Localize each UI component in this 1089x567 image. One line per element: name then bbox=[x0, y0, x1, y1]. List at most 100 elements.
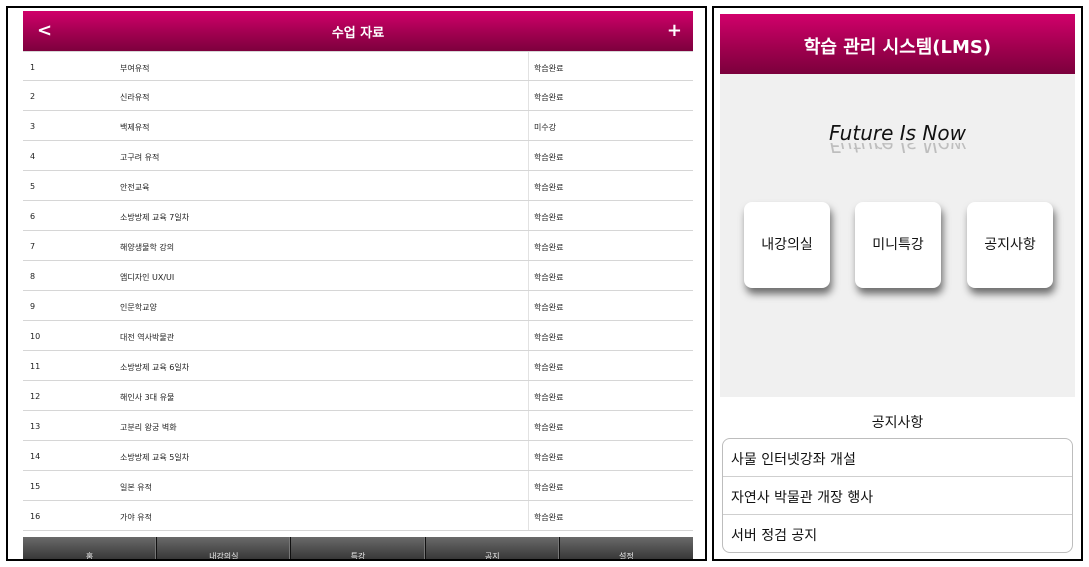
table-row[interactable]: 8 앱디자인 UX/UI 학습완료 bbox=[23, 261, 693, 291]
notice-section: 공지사항 사물 인터넷강좌 개설 자연사 박물관 개장 행사 서버 정검 공지 bbox=[720, 397, 1075, 553]
row-number: 3 bbox=[30, 122, 36, 131]
class-materials-view: < 수업 자료 + 1 부여유적 학습완료 2 신라유적 학습완료 3 백제유적 미수강 4 고구려… bbox=[23, 11, 693, 559]
row-title: 해양생물학 강의 bbox=[120, 243, 175, 252]
table-row[interactable]: 15 일본 유적 학습완료 bbox=[23, 471, 693, 501]
row-number: 4 bbox=[30, 152, 36, 161]
column-divider bbox=[528, 81, 529, 110]
row-number: 7 bbox=[30, 242, 36, 251]
row-title: 소방방제 교육 7일차 bbox=[120, 213, 190, 222]
column-divider bbox=[528, 471, 529, 500]
row-title: 신라유적 bbox=[120, 93, 150, 102]
notice-item[interactable]: 자연사 박물관 개장 행사 bbox=[723, 477, 1072, 515]
row-status: 학습완료 bbox=[534, 423, 564, 432]
column-divider bbox=[528, 261, 529, 290]
row-status: 학습완료 bbox=[534, 153, 564, 162]
tab-home[interactable]: 홈 bbox=[23, 537, 158, 559]
row-status: 학습완료 bbox=[534, 183, 564, 192]
row-status: 학습완료 bbox=[534, 243, 564, 252]
table-row[interactable]: 13 고분리 왕궁 벽화 학습완료 bbox=[23, 411, 693, 441]
row-status: 학습완료 bbox=[534, 273, 564, 282]
page-title: 수업 자료 bbox=[331, 26, 385, 41]
tab-settings[interactable]: 설정 bbox=[560, 537, 693, 559]
table-row[interactable]: 1 부여유적 학습완료 bbox=[23, 51, 693, 81]
column-divider bbox=[528, 501, 529, 530]
tab-bar: 홈 내강의실 특강 공지 설정 bbox=[23, 537, 693, 559]
row-title: 고분리 왕궁 벽화 bbox=[120, 423, 177, 432]
row-status: 학습완료 bbox=[534, 363, 564, 372]
row-status: 학습완료 bbox=[534, 333, 564, 342]
row-number: 12 bbox=[30, 392, 41, 401]
row-title: 가야 유적 bbox=[120, 513, 152, 522]
tab-special-lecture[interactable]: 특강 bbox=[291, 537, 426, 559]
table-row[interactable]: 7 해양생물학 강의 학습완료 bbox=[23, 231, 693, 261]
column-divider bbox=[528, 111, 529, 140]
table-row[interactable]: 16 가야 유적 학습완료 bbox=[23, 501, 693, 531]
app-title: 학습 관리 시스템(LMS) bbox=[720, 14, 1075, 74]
row-number: 5 bbox=[30, 182, 36, 191]
row-title: 안전교육 bbox=[120, 183, 150, 192]
notice-title: 공지사항 bbox=[871, 415, 924, 431]
column-divider bbox=[528, 441, 529, 470]
lms-home-view: 학습 관리 시스템(LMS) Future Is Now Future Is N… bbox=[720, 14, 1075, 553]
row-number: 14 bbox=[30, 452, 41, 461]
column-divider bbox=[528, 291, 529, 320]
tab-my-classroom[interactable]: 내강의실 bbox=[157, 537, 292, 559]
column-divider bbox=[528, 201, 529, 230]
column-divider bbox=[528, 231, 529, 260]
table-row[interactable]: 4 고구려 유적 학습완료 bbox=[23, 141, 693, 171]
row-status: 학습완료 bbox=[534, 483, 564, 492]
column-divider bbox=[528, 381, 529, 410]
row-title: 부여유적 bbox=[120, 64, 150, 73]
row-number: 11 bbox=[30, 362, 41, 371]
materials-table: 1 부여유적 학습완료 2 신라유적 학습완료 3 백제유적 미수강 4 고구려 유적 학습완료 5 안전… bbox=[23, 51, 693, 531]
class-materials-screen: < 수업 자료 + 1 부여유적 학습완료 2 신라유적 학습완료 3 백제유적 미수강 4 고구려… bbox=[6, 6, 707, 561]
lms-home-screen: 학습 관리 시스템(LMS) Future Is Now Future Is N… bbox=[712, 6, 1083, 561]
table-row[interactable]: 5 안전교육 학습완료 bbox=[23, 171, 693, 201]
row-title: 고구려 유적 bbox=[120, 153, 160, 162]
row-status: 학습완료 bbox=[534, 93, 564, 102]
row-title: 소방방제 교육 6일차 bbox=[120, 363, 190, 372]
row-number: 6 bbox=[30, 212, 36, 221]
row-number: 15 bbox=[30, 482, 41, 491]
table-row[interactable]: 10 대전 역사박물관 학습완료 bbox=[23, 321, 693, 351]
notice-tile[interactable]: 공지사항 bbox=[967, 202, 1053, 288]
table-row[interactable]: 6 소방방제 교육 7일차 학습완료 bbox=[23, 201, 693, 231]
row-number: 8 bbox=[30, 272, 36, 281]
table-row[interactable]: 14 소방방제 교육 5일차 학습완료 bbox=[23, 441, 693, 471]
tab-notice[interactable]: 공지 bbox=[426, 537, 560, 559]
row-title: 일본 유적 bbox=[120, 483, 152, 492]
table-row[interactable]: 12 해인사 3대 유물 학습완료 bbox=[23, 381, 693, 411]
table-row[interactable]: 9 인문학교양 학습완료 bbox=[23, 291, 693, 321]
notice-item[interactable]: 서버 정검 공지 bbox=[723, 515, 1072, 552]
table-row[interactable]: 2 신라유적 학습완료 bbox=[23, 81, 693, 111]
row-number: 10 bbox=[30, 332, 41, 341]
mini-lecture-tile[interactable]: 미니특강 bbox=[855, 202, 941, 288]
notice-list: 사물 인터넷강좌 개설 자연사 박물관 개장 행사 서버 정검 공지 bbox=[722, 438, 1073, 553]
column-divider bbox=[528, 411, 529, 440]
row-status: 미수강 bbox=[534, 123, 557, 132]
row-title: 해인사 3대 유물 bbox=[120, 393, 175, 402]
table-row[interactable]: 3 백제유적 미수강 bbox=[23, 111, 693, 141]
row-status: 학습완료 bbox=[534, 303, 564, 312]
row-title: 앱디자인 UX/UI bbox=[120, 273, 175, 282]
row-status: 학습완료 bbox=[534, 213, 564, 222]
notice-item[interactable]: 사물 인터넷강좌 개설 bbox=[723, 439, 1072, 477]
row-number: 1 bbox=[30, 63, 36, 72]
table-row[interactable]: 11 소방방제 교육 6일차 학습완료 bbox=[23, 351, 693, 381]
row-status: 학습완료 bbox=[534, 513, 564, 522]
row-title: 소방방제 교육 5일차 bbox=[120, 453, 190, 462]
row-status: 학습완료 bbox=[534, 453, 564, 462]
column-divider bbox=[528, 321, 529, 350]
row-title: 인문학교양 bbox=[120, 303, 157, 312]
column-divider bbox=[528, 351, 529, 380]
nav-bar: < 수업 자료 + bbox=[23, 11, 693, 51]
my-classroom-tile[interactable]: 내강의실 bbox=[744, 202, 830, 288]
row-number: 9 bbox=[30, 302, 36, 311]
slogan: Future Is Now bbox=[828, 121, 966, 145]
add-button[interactable]: + bbox=[667, 20, 682, 41]
row-status: 학습완료 bbox=[534, 393, 564, 402]
row-number: 13 bbox=[30, 422, 41, 431]
slogan-reflection: Future Is Now bbox=[828, 143, 966, 157]
row-title: 대전 역사박물관 bbox=[120, 333, 175, 342]
column-divider bbox=[528, 52, 529, 80]
